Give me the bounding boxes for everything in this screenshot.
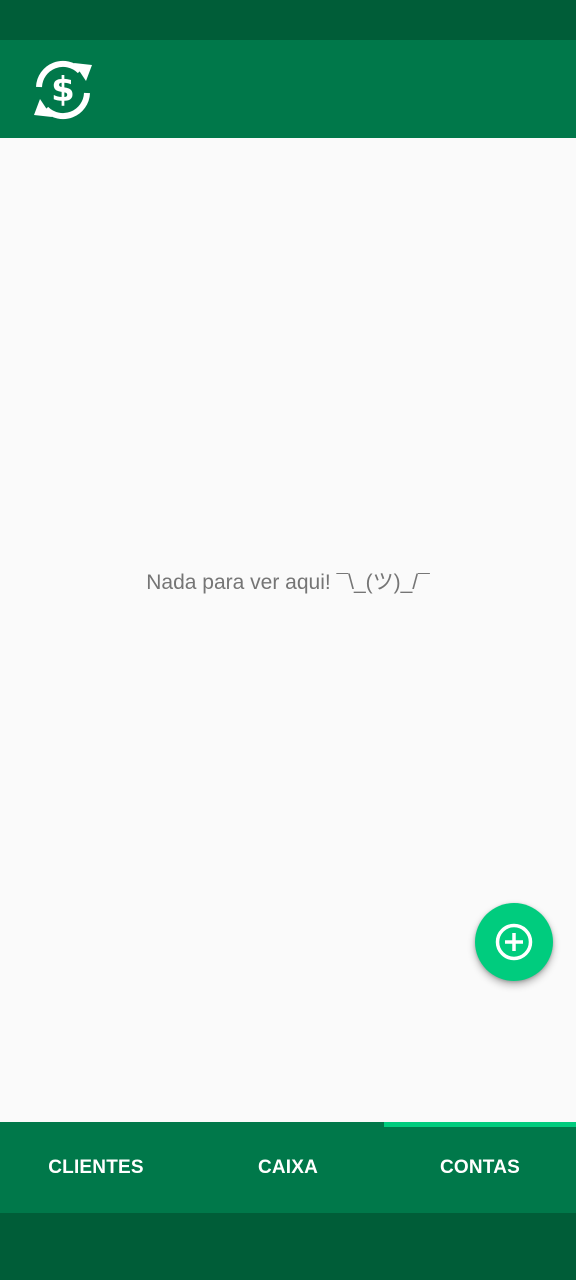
tab-clientes[interactable]: CLIENTES <box>0 1122 192 1213</box>
svg-text:$: $ <box>51 70 75 110</box>
dollar-sync-icon: $ <box>34 60 92 120</box>
tab-label: CAIXA <box>257 1156 319 1178</box>
status-bar <box>0 0 576 40</box>
add-circle-icon <box>495 923 533 961</box>
tab-contas[interactable]: CONTAS <box>384 1122 576 1213</box>
empty-state-message: Nada para ver aqui! ¯\_(ツ)_/¯ <box>146 571 430 594</box>
tab-caixa[interactable]: CAIXA <box>192 1122 384 1213</box>
selected-tab-indicator <box>384 1122 576 1127</box>
system-navigation-bar <box>0 1213 576 1280</box>
tab-label: CLIENTES <box>48 1156 144 1178</box>
tab-label: CONTAS <box>439 1156 520 1178</box>
content-area: Nada para ver aqui! ¯\_(ツ)_/¯ <box>0 138 576 1122</box>
tab-bar: CLIENTES CAIXA CONTAS <box>0 1122 576 1213</box>
add-button[interactable] <box>475 903 553 981</box>
